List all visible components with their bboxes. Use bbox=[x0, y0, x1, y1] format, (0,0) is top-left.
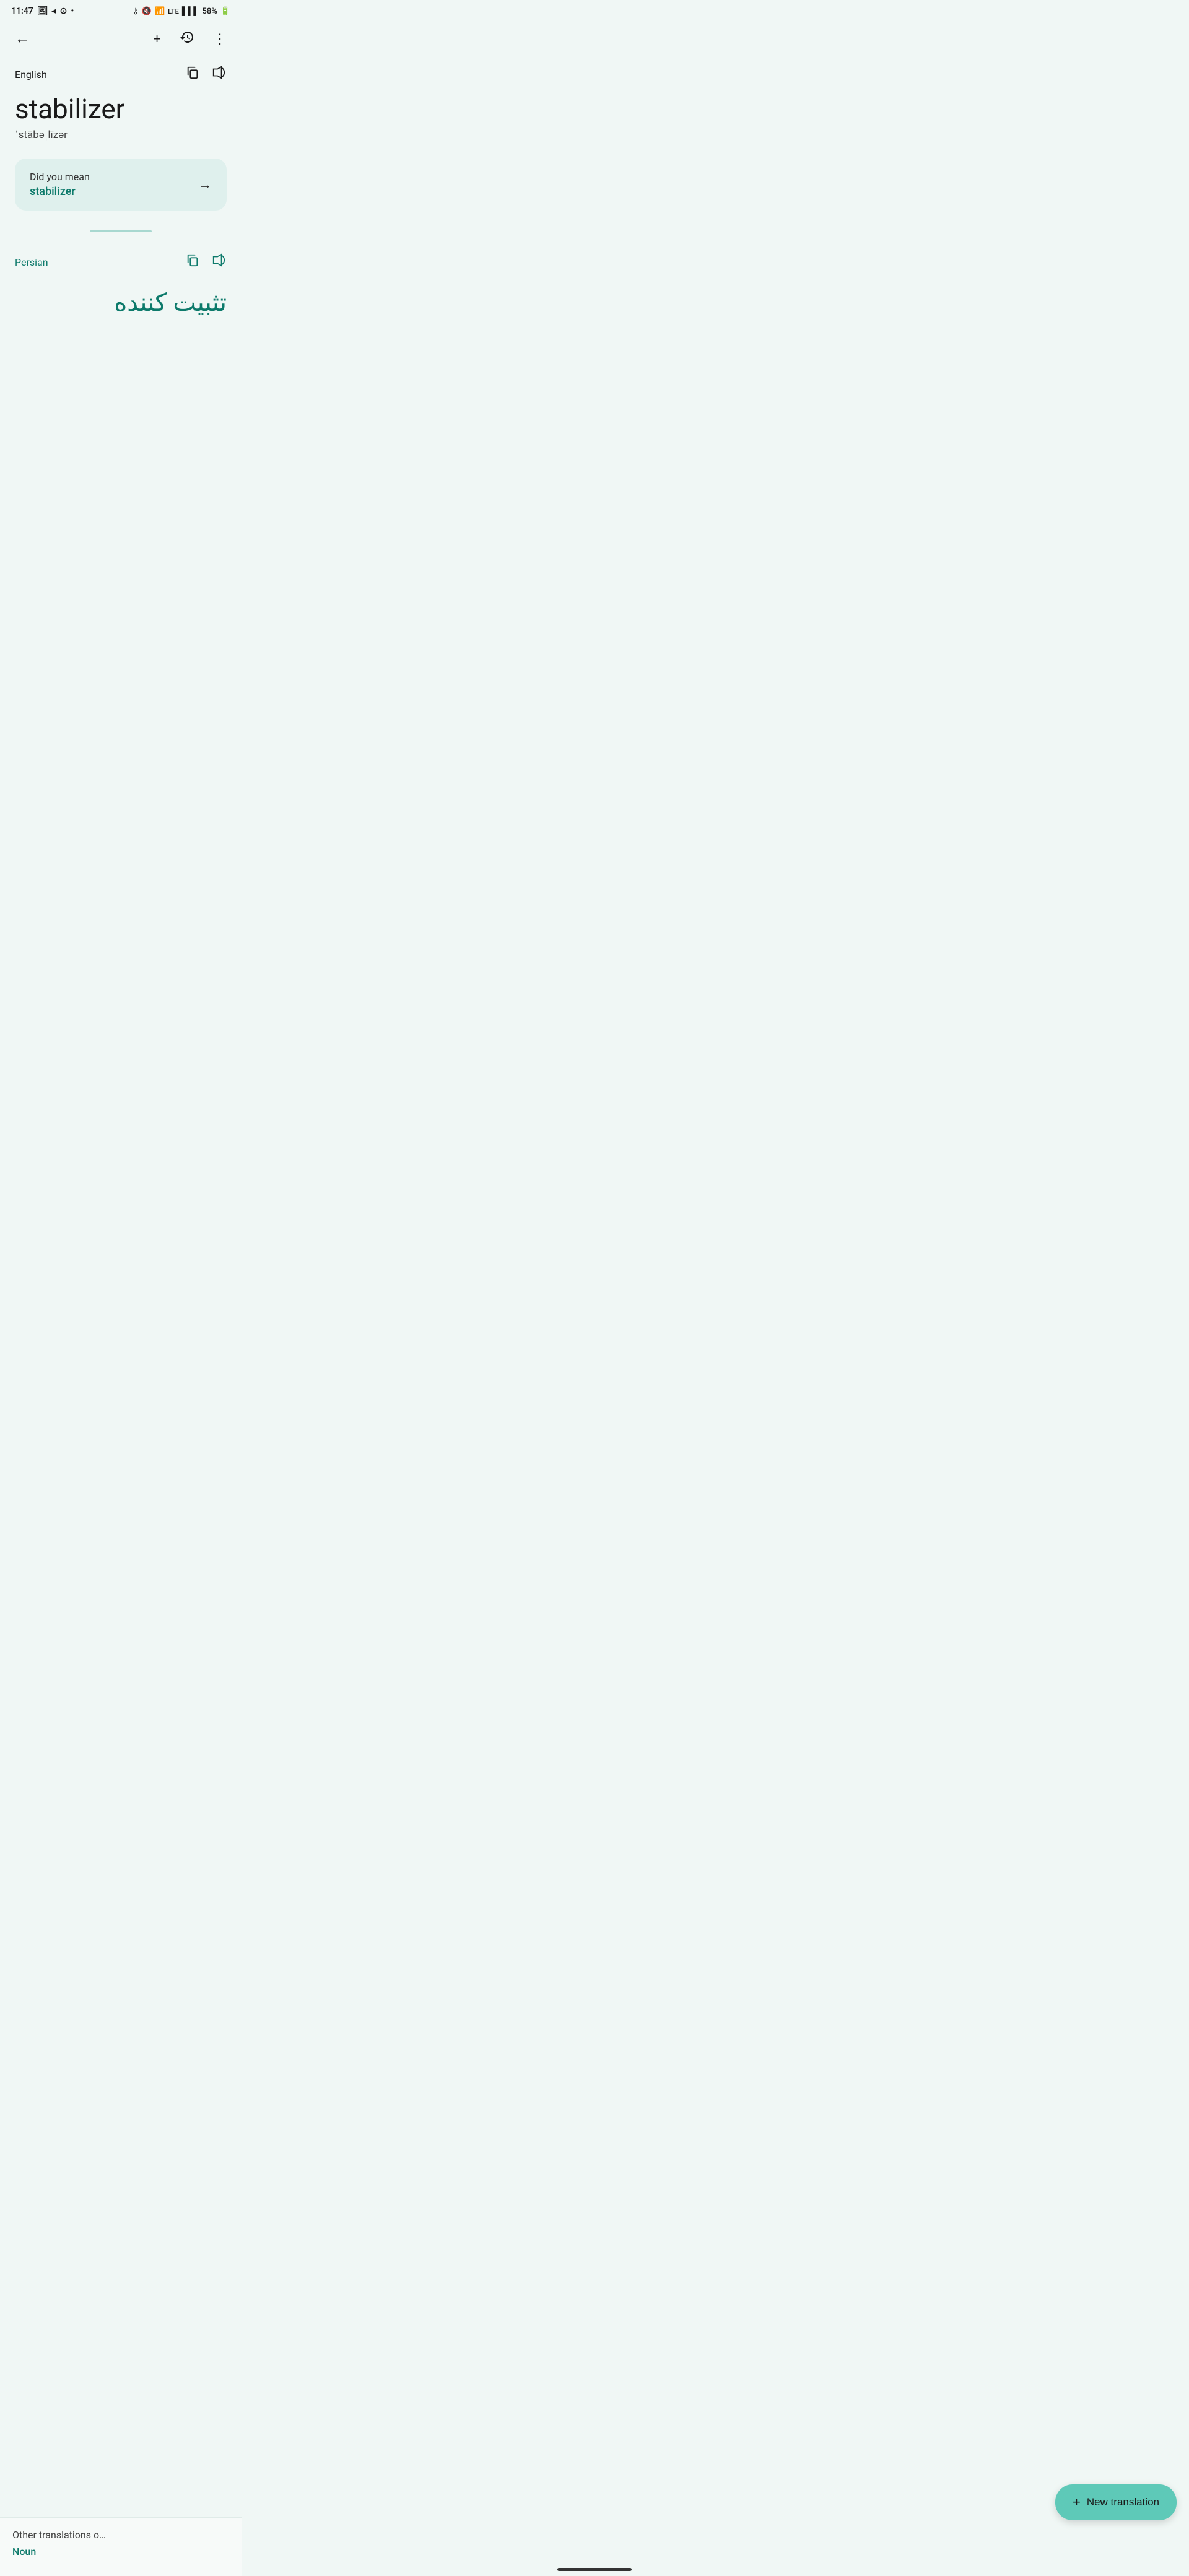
phonetic-text: ˈstābəˌlīzər bbox=[15, 129, 227, 141]
key-icon: ⚷ bbox=[133, 7, 139, 16]
dot-icon: • bbox=[71, 6, 74, 16]
suggestion-arrow: → bbox=[198, 176, 212, 193]
target-lang-actions bbox=[185, 252, 227, 272]
suggestion-text-wrapper: Did you mean stabilizer bbox=[30, 171, 90, 198]
gesture-bar bbox=[557, 2568, 632, 2571]
suggestion-card[interactable]: Did you mean stabilizer → bbox=[15, 159, 227, 211]
nav-icon: ◂ bbox=[52, 6, 56, 16]
source-language-label: English bbox=[15, 69, 47, 80]
source-language-header: English bbox=[15, 64, 227, 84]
wifi-icon: 📶 bbox=[155, 7, 165, 16]
back-button[interactable]: ← bbox=[12, 28, 32, 50]
time-display: 11:47 bbox=[11, 6, 33, 16]
new-translation-button[interactable]: + New translation bbox=[1055, 2484, 1177, 2520]
status-left: 11:47 🖼 ◂ ⊙ • bbox=[11, 6, 74, 16]
photo-icon: 🖼 bbox=[37, 6, 48, 16]
source-listen-button[interactable] bbox=[211, 64, 227, 84]
translation-section: Persian تثبیت کننده bbox=[0, 252, 242, 319]
battery-icon: 🔋 bbox=[220, 7, 230, 16]
fab-label: New translation bbox=[1087, 2496, 1159, 2509]
status-bar: 11:47 🖼 ◂ ⊙ • ⚷ 🔇 📶 LTE ▌▌▌ 58% 🔋 bbox=[0, 0, 242, 20]
source-lang-actions bbox=[185, 64, 227, 84]
target-language-label: Persian bbox=[15, 256, 48, 268]
source-copy-button[interactable] bbox=[185, 64, 201, 84]
fab-plus-icon: + bbox=[1073, 2494, 1081, 2510]
lte-icon: LTE bbox=[168, 7, 179, 15]
whatsapp-icon: ⊙ bbox=[60, 6, 68, 16]
section-divider bbox=[90, 230, 152, 232]
source-word: stabilizer bbox=[15, 94, 227, 124]
history-button[interactable] bbox=[177, 27, 197, 51]
more-options-button[interactable]: ⋮ bbox=[211, 28, 229, 50]
target-copy-button[interactable] bbox=[185, 252, 201, 272]
translation-text: تثبیت کننده bbox=[15, 287, 227, 319]
top-nav: ← + ⋮ bbox=[0, 20, 242, 58]
nav-right: + ⋮ bbox=[150, 27, 229, 51]
mute-icon: 🔇 bbox=[142, 7, 152, 16]
pos-label: Noun bbox=[12, 2546, 229, 2557]
did-you-mean-label: Did you mean bbox=[30, 171, 90, 183]
nav-left: ← bbox=[12, 28, 32, 50]
status-right: ⚷ 🔇 📶 LTE ▌▌▌ 58% 🔋 bbox=[133, 6, 230, 16]
suggestion-word: stabilizer bbox=[30, 185, 90, 198]
bottom-section: Other translations o… Noun bbox=[0, 2517, 242, 2576]
signal-icon: ▌▌▌ bbox=[182, 6, 199, 16]
battery-percent: 58% bbox=[202, 7, 217, 16]
target-language-header: Persian bbox=[15, 252, 227, 272]
main-content: English stabilizer ˈstābəˌlīzər Did you … bbox=[0, 58, 242, 211]
target-listen-button[interactable] bbox=[211, 252, 227, 272]
add-button[interactable]: + bbox=[150, 28, 163, 50]
other-translations-label: Other translations o… bbox=[12, 2529, 229, 2541]
